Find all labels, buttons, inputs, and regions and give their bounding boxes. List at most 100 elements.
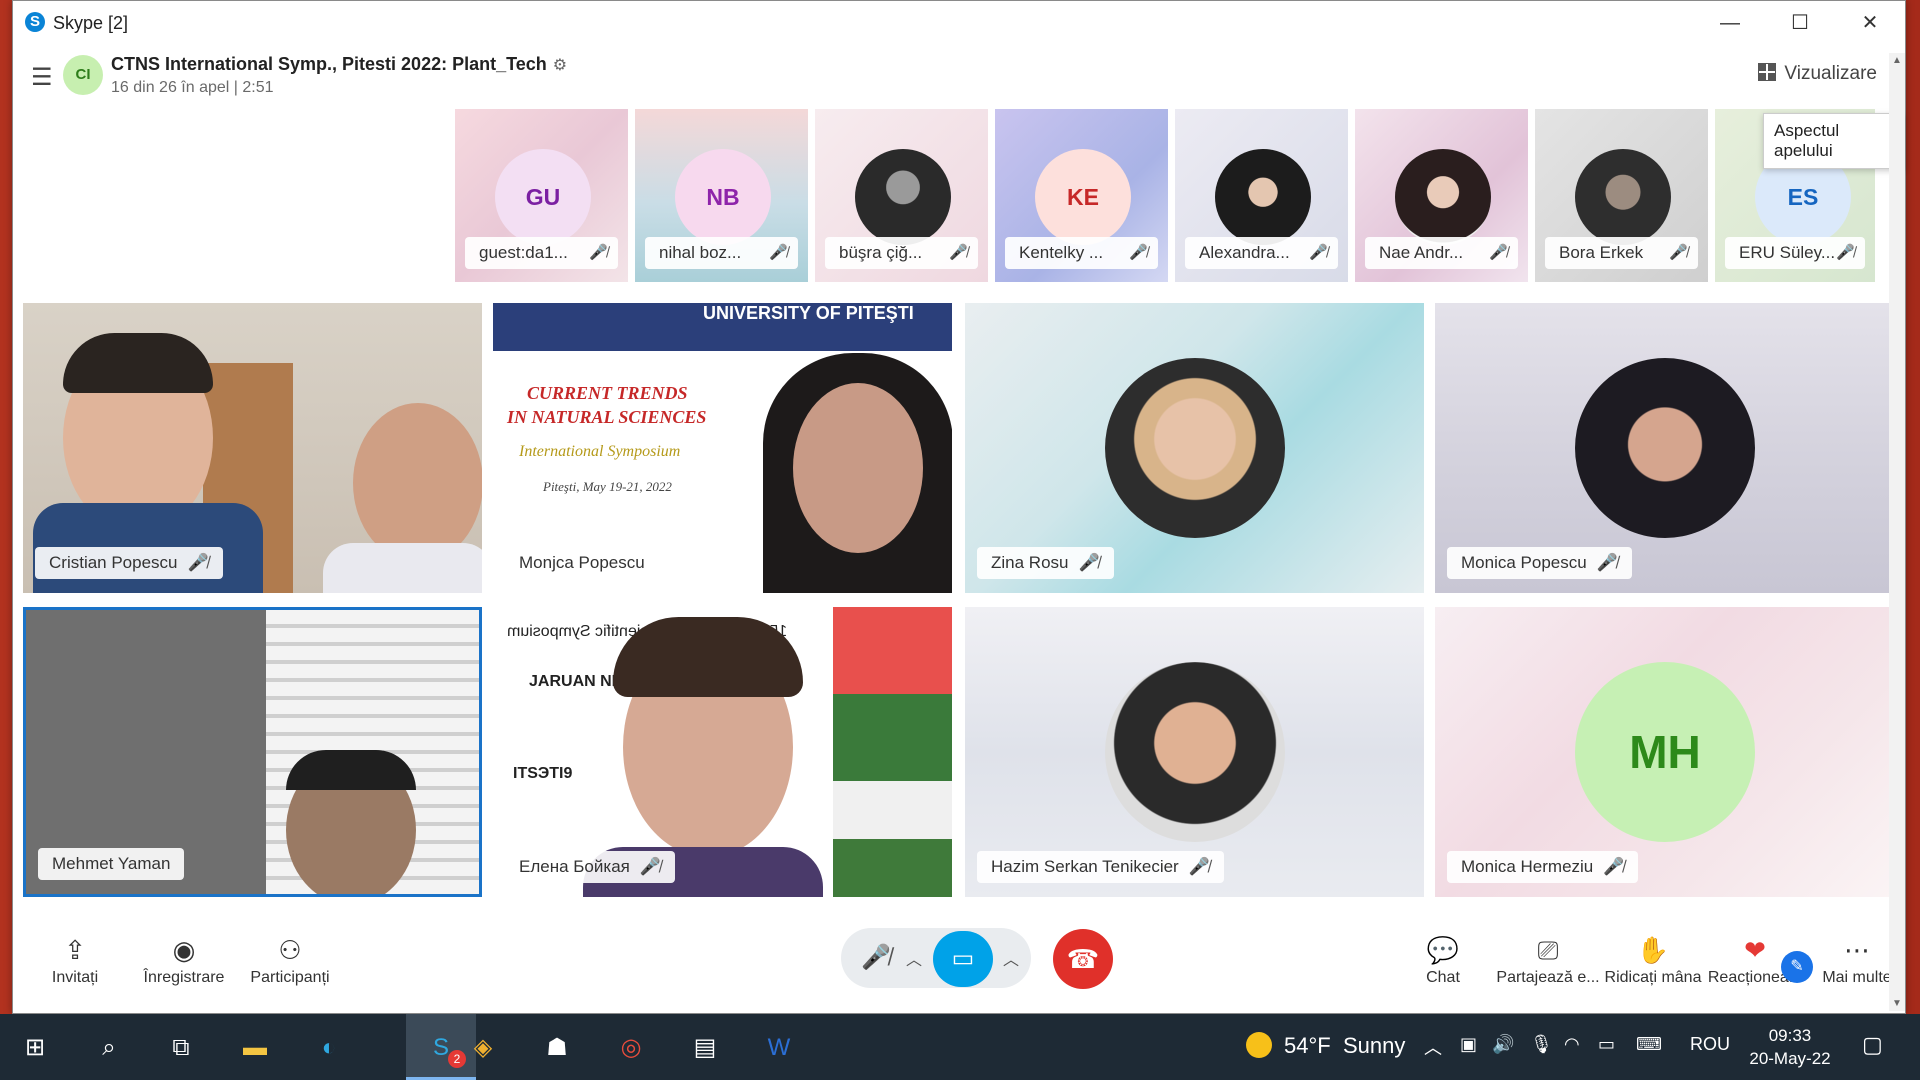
participant-name-label: Kentelky ... 🎤̸ — [1005, 237, 1158, 269]
mic-off-icon: 🎤̸ — [1078, 553, 1100, 572]
camera-toggle-button[interactable]: ▭ — [933, 931, 993, 987]
notifications-icon[interactable]: ▢ — [1862, 1032, 1883, 1058]
video-tile[interactable]: MH Monica Hermeziu 🎤̸ — [1435, 607, 1894, 897]
participant-thumbnail[interactable]: Nae Andr... 🎤̸ — [1355, 109, 1528, 282]
avatar-initials: GU — [495, 149, 591, 245]
scroll-down-arrow-icon[interactable]: ▼ — [1889, 998, 1905, 1009]
wifi-icon[interactable]: ◠ — [1564, 1034, 1580, 1055]
participant-name-label: Mehmet Yaman — [38, 848, 185, 880]
tray-chevron-up-icon[interactable]: ︿ — [1424, 1034, 1442, 1060]
participants-button[interactable]: ⚇ Participanți — [235, 931, 345, 987]
audio-options-chevron-icon[interactable]: ︿ — [906, 946, 922, 970]
mic-off-icon: 🎤̸ — [187, 553, 209, 572]
participant-thumbnail[interactable]: Alexandra... 🎤̸ — [1175, 109, 1348, 282]
raise-hand-icon: ✋ — [1636, 935, 1670, 965]
video-tile[interactable]: Hazim Serkan Tenikecier 🎤̸ — [965, 607, 1424, 897]
participant-name-label: guest:da1... 🎤̸ — [465, 237, 618, 269]
windows-taskbar: ⊞ ⌕ ⧉ ▬ ◐ S 2 ◈ ☗ ◎ ▤ W 54°F Sunny ︿ ▣ 🔊… — [0, 1014, 1920, 1080]
keyboard-icon[interactable]: ⌨ — [1636, 1034, 1662, 1055]
participant-video-face — [353, 403, 482, 563]
participants-icon: ⚇ — [278, 935, 302, 965]
end-call-button[interactable]: ☎ — [1053, 929, 1113, 989]
chat-bubble-icon: 💬 — [1426, 935, 1460, 965]
raise-hand-button[interactable]: ✋ Ridicați mâna — [1603, 931, 1703, 987]
share-screen-button[interactable]: ⎚ Partajează e... — [1493, 931, 1603, 987]
participant-hair — [613, 617, 803, 697]
invite-button[interactable]: ⇪ Invitați — [35, 931, 115, 987]
participant-name: Mehmet Yaman — [52, 854, 171, 873]
video-options-chevron-icon[interactable]: ︿ — [1003, 946, 1019, 970]
system-clock[interactable]: 09:33 20-May-22 — [1742, 1024, 1838, 1070]
participant-hair — [286, 750, 416, 790]
chrome-browser-icon[interactable]: ◎ — [614, 1031, 648, 1065]
vertical-scrollbar[interactable]: ▲ ▼ — [1889, 53, 1905, 1011]
video-tile[interactable]: UNIVERSITY OF PITEŞTI CURRENT TRENDS IN … — [493, 303, 952, 593]
participant-name-label: büşra çiğ... 🎤̸ — [825, 237, 978, 269]
app-person-icon[interactable]: ☗ — [540, 1031, 574, 1065]
participant-hair — [63, 333, 213, 393]
task-view-icon[interactable]: ⧉ — [164, 1031, 198, 1065]
participant-name: Nae Andr... — [1379, 243, 1464, 262]
participant-thumbnail[interactable]: GU guest:da1... 🎤̸ — [455, 109, 628, 282]
video-tile[interactable]: Zina Rosu 🎤̸ — [965, 303, 1424, 593]
record-button[interactable]: ◉ Înregistrare — [129, 931, 239, 987]
group-avatar[interactable]: CI — [63, 55, 103, 95]
skype-notification-badge: 2 — [448, 1050, 466, 1068]
mute-microphone-button[interactable]: 🎤̸ — [851, 933, 901, 983]
participant-name: büşra çiğ... — [839, 243, 923, 262]
windows-start-icon[interactable]: ⊞ — [18, 1031, 52, 1065]
language-indicator[interactable]: ROU — [1690, 1034, 1730, 1055]
mirrored-poster-text-3: ITSЭTI9 — [513, 765, 573, 782]
microphone-icon[interactable]: 🎙 — [1530, 1034, 1553, 1055]
chat-label: Chat — [1426, 969, 1460, 986]
call-layout-tooltip: Aspectul apelului — [1763, 113, 1905, 169]
participant-thumbnail[interactable]: Bora Erkek 🎤̸ — [1535, 109, 1708, 282]
mic-off-icon: 🎤̸ — [1309, 244, 1328, 261]
video-tile[interactable]: 15th International Scientific Symposium … — [493, 607, 952, 897]
call-title-row[interactable]: CTNS International Symp., Pitesti 2022: … — [111, 54, 567, 75]
speaker-icon[interactable]: 🔊 — [1492, 1034, 1514, 1055]
participant-thumbnail[interactable]: KE Kentelky ... 🎤̸ — [995, 109, 1168, 282]
grid-layout-icon — [1758, 63, 1777, 81]
participant-name-label: Hazim Serkan Tenikecier 🎤̸ — [977, 851, 1224, 883]
chat-button[interactable]: 💬 Chat — [1403, 931, 1483, 987]
search-icon[interactable]: ⌕ — [92, 1031, 126, 1065]
participant-thumbnail[interactable]: NB nihal boz... 🎤̸ — [635, 109, 808, 282]
close-button[interactable]: ✕ — [1835, 1, 1905, 45]
skype-app-icon: S — [25, 12, 45, 32]
poster-title-3: International Symposium — [519, 443, 681, 460]
call-title: CTNS International Symp., Pitesti 2022: … — [111, 54, 547, 74]
file-explorer-icon[interactable]: ▬ — [238, 1031, 272, 1065]
more-options-button[interactable]: ⋯ Mai multe — [1817, 931, 1897, 987]
network-device-icon[interactable]: ▤ — [688, 1031, 722, 1065]
mic-off-icon: 🎤̸ — [1188, 857, 1210, 876]
participant-name: Alexandra... — [1199, 243, 1290, 262]
weather-widget[interactable]: 54°F Sunny — [1246, 1032, 1405, 1059]
word-app-icon[interactable]: W — [762, 1031, 796, 1065]
minimize-button[interactable]: — — [1695, 1, 1765, 45]
university-banner-text: UNIVERSITY OF PITEŞTI — [703, 303, 914, 323]
video-tile[interactable]: Cristian Popescu 🎤̸ — [23, 303, 482, 593]
participant-thumbnail[interactable]: büşra çiğ... 🎤̸ — [815, 109, 988, 282]
edit-pencil-icon[interactable]: ✎ — [1781, 951, 1813, 983]
maximize-button[interactable]: ☐ — [1765, 1, 1835, 45]
settings-gear-icon[interactable]: ⚙ — [553, 57, 567, 74]
scroll-up-arrow-icon[interactable]: ▲ — [1889, 55, 1905, 66]
participant-name: Hazim Serkan Tenikecier — [991, 857, 1179, 876]
vpn-shield-icon[interactable]: ◈ — [466, 1031, 500, 1065]
participant-name: Bora Erkek — [1559, 243, 1644, 262]
participant-photo — [1575, 358, 1755, 538]
mic-off-icon: 🎤̸ — [769, 244, 788, 261]
edge-browser-icon[interactable]: ◐ — [312, 1031, 346, 1065]
tray-device-icon[interactable]: ▣ — [1460, 1034, 1477, 1055]
mic-off-icon: 🎤̸ — [1596, 553, 1618, 572]
view-layout-button[interactable]: Vizualizare — [1758, 63, 1877, 85]
video-tile-selected[interactable]: Mehmet Yaman — [23, 607, 482, 897]
battery-icon[interactable]: ▭ — [1598, 1034, 1615, 1055]
video-tile[interactable]: Monica Popescu 🎤̸ — [1435, 303, 1894, 593]
hamburger-menu-icon[interactable]: ☰ — [31, 63, 53, 92]
share-screen-icon: ⎚ — [1537, 935, 1559, 965]
temperature: 54°F — [1284, 1033, 1331, 1058]
participant-name: Zina Rosu — [991, 553, 1069, 572]
share-screen-label: Partajează e... — [1496, 969, 1600, 986]
